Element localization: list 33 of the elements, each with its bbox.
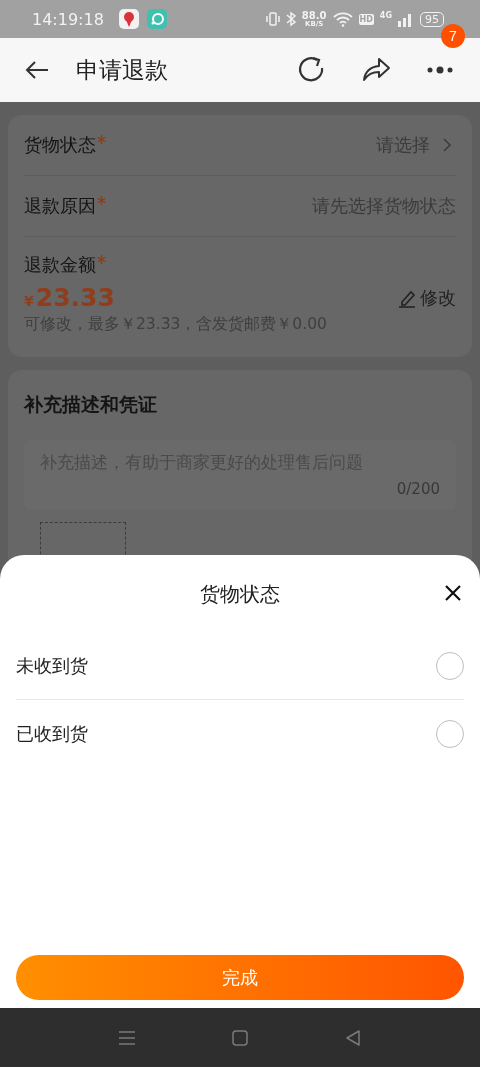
currency-sign: ¥ [24, 293, 34, 309]
back-arrow-icon [25, 60, 49, 80]
clock-time: 14:19:18 [32, 9, 104, 29]
triangle-icon [344, 1028, 362, 1047]
home-button[interactable] [231, 1028, 249, 1047]
menu-icon [118, 1028, 136, 1047]
section-title: 补充描述和凭证 [24, 392, 158, 417]
field-label: 货物状态 [24, 133, 96, 157]
vibrate-icon [265, 11, 280, 27]
page-title: 申请退款 [76, 55, 169, 85]
wifi-icon [332, 11, 353, 27]
menu-button[interactable] [118, 1028, 136, 1047]
sheet-title: 货物状态 [200, 580, 280, 608]
back-nav-button[interactable] [344, 1028, 362, 1047]
edit-button[interactable]: 修改 [398, 285, 456, 310]
map-pin-icon [117, 8, 140, 30]
field-label: 退款金额 [24, 253, 96, 277]
close-icon [444, 584, 462, 602]
signal-icon [398, 11, 414, 27]
option-row[interactable]: 未收到货 [16, 633, 464, 700]
option-row[interactable]: 已收到货 [16, 700, 464, 767]
field-label: 退款原因 [24, 194, 96, 218]
share-arrow-icon [361, 57, 391, 83]
bluetooth-icon [285, 11, 296, 27]
network-type: 4G [379, 11, 392, 20]
notification-badge: 7 [441, 24, 465, 48]
square-icon [231, 1028, 249, 1047]
more-dots-icon [426, 66, 454, 74]
refund-amount: 23.33 [35, 283, 115, 312]
hd-indicator: HD [358, 13, 374, 25]
chat-bubble-icon [145, 8, 168, 30]
battery-level: 95 [420, 11, 444, 27]
done-button[interactable]: 完成 [16, 955, 464, 1000]
